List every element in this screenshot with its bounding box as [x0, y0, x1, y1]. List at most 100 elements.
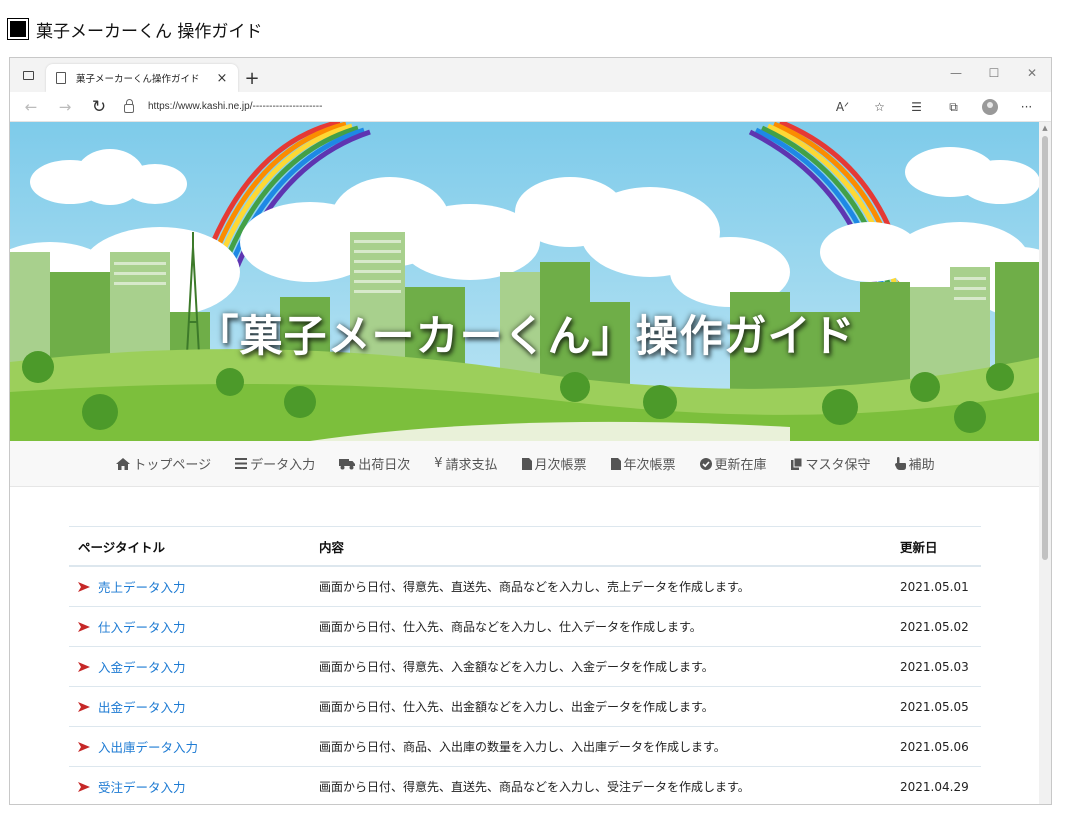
row-date: 2021.05.01 [900, 579, 969, 594]
row-date: 2021.05.02 [900, 619, 969, 634]
browser-window: 菓子メーカーくん操作ガイド × + — ☐ ✕ ← → ↻ https://ww… [9, 57, 1052, 805]
url-field[interactable]: https://www.kashi.ne.jp/----------------… [124, 95, 322, 119]
row-title-cell: 売上データ入力 [69, 577, 319, 596]
page-link[interactable]: 受注データ入力 [98, 777, 186, 796]
nav-item-yearly-reports[interactable]: 年次帳票 [610, 454, 676, 473]
row-content: 画面から日付、商品、入出庫の数量を入力し、入出庫データを作成します。 [319, 740, 726, 754]
nav-item-support[interactable]: 補助 [894, 454, 935, 473]
document-heading: 菓子メーカーくん 操作ガイド [7, 16, 263, 42]
truck-icon [339, 458, 356, 470]
row-date: 2021.05.03 [900, 659, 969, 674]
browser-tab[interactable]: 菓子メーカーくん操作ガイド × [46, 64, 238, 92]
header-updated: 更新日 [900, 539, 938, 555]
table-row: 売上データ入力 画面から日付、得意先、直送先、商品などを入力し、売上データを作成… [69, 566, 981, 606]
table-row: 仕入データ入力 画面から日付、仕入先、商品などを入力し、仕入データを作成します。… [69, 606, 981, 646]
back-button[interactable]: ← [14, 93, 48, 121]
table-row: 出金データ入力 画面から日付、仕入先、出金額などを入力し、出金データを作成します… [69, 686, 981, 726]
nav-item-label: 年次帳票 [623, 458, 676, 473]
nav-item-billing[interactable]: ¥ 請求支払 [434, 454, 497, 473]
more-options-icon[interactable]: ··· [1008, 100, 1045, 114]
nav-item-label: トップページ [133, 458, 212, 473]
table-row: 入出庫データ入力 画面から日付、商品、入出庫の数量を入力し、入出庫データを作成し… [69, 726, 981, 766]
row-content: 画面から日付、得意先、直送先、商品などを入力し、売上データを作成します。 [319, 580, 750, 594]
red-arrow-icon [78, 741, 90, 752]
tab-actions-button[interactable] [10, 58, 46, 92]
scroll-up-icon[interactable]: ▲ [1039, 122, 1051, 134]
nav-item-label: 補助 [908, 458, 935, 473]
hero-banner: 「菓子メーカーくん」操作ガイド [10, 122, 1041, 441]
row-title-cell: 受注データ入力 [69, 777, 319, 796]
row-content: 画面から日付、仕入先、商品などを入力し、仕入データを作成します。 [319, 620, 702, 634]
row-content: 画面から日付、得意先、直送先、商品などを入力し、受注データを作成します。 [319, 780, 750, 794]
table-header-row: ページタイトル 内容 更新日 [69, 526, 981, 566]
red-arrow-icon [78, 621, 90, 632]
red-arrow-icon [78, 581, 90, 592]
home-icon [116, 457, 131, 470]
tab-bar: 菓子メーカーくん操作ガイド × + — ☐ ✕ [10, 58, 1051, 92]
header-content: 内容 [319, 539, 345, 555]
page-link[interactable]: 入金データ入力 [98, 657, 186, 676]
page-viewport: 「菓子メーカーくん」操作ガイド トップページ データ入力 出荷日次 ¥ 請求支払… [10, 122, 1041, 804]
page-link[interactable]: 出金データ入力 [98, 697, 186, 716]
scrollbar-thumb[interactable] [1042, 136, 1048, 560]
nav-item-master-maintenance[interactable]: マスタ保守 [790, 454, 871, 473]
window-controls: — ☐ ✕ [937, 58, 1051, 88]
close-tab-icon[interactable]: × [214, 71, 230, 86]
row-title-cell: 仕入データ入力 [69, 617, 319, 636]
header-page-title: ページタイトル [78, 539, 166, 555]
row-content: 画面から日付、仕入先、出金額などを入力し、出金データを作成します。 [319, 700, 714, 714]
red-arrow-icon [78, 781, 90, 792]
document-title: 菓子メーカーくん 操作ガイド [36, 21, 263, 42]
nav-item-label: 更新在庫 [714, 458, 767, 473]
close-window-icon[interactable]: ✕ [1013, 58, 1051, 88]
row-date: 2021.05.06 [900, 739, 969, 754]
row-date: 2021.05.05 [900, 699, 969, 714]
copy-icon [790, 457, 803, 470]
refresh-button[interactable]: ↻ [82, 93, 116, 121]
address-bar-icons: Aᐟ ☆ ☰ ⧉ ··· [824, 92, 1045, 122]
nav-item-monthly-reports[interactable]: 月次帳票 [521, 454, 587, 473]
page-link[interactable]: 仕入データ入力 [98, 617, 186, 636]
main-navigation: トップページ データ入力 出荷日次 ¥ 請求支払 月次帳票 年次帳票 更新在庫 … [10, 441, 1041, 487]
square-bullet-icon [7, 18, 29, 40]
maximize-icon[interactable]: ☐ [975, 58, 1013, 88]
address-bar: ← → ↻ https://www.kashi.ne.jp/----------… [10, 92, 1051, 122]
hero-title: 「菓子メーカーくん」操作ガイド [195, 312, 856, 362]
red-arrow-icon [78, 701, 90, 712]
tab-title: 菓子メーカーくん操作ガイド [76, 74, 200, 85]
url-text: https://www.kashi.ne.jp/----------------… [148, 101, 323, 112]
add-favorite-icon[interactable]: ☆ [861, 100, 898, 114]
forward-button[interactable]: → [48, 93, 82, 121]
table-row: 受注データ入力 画面から日付、得意先、直送先、商品などを入力し、受注データを作成… [69, 766, 981, 804]
page-list-table: ページタイトル 内容 更新日 売上データ入力 画面から日付、得意先、直送先、商品… [69, 526, 981, 804]
minimize-icon[interactable]: — [937, 58, 975, 88]
page-link[interactable]: 売上データ入力 [98, 577, 186, 596]
document-icon [521, 457, 532, 470]
collections-icon[interactable]: ⧉ [935, 100, 972, 115]
page-icon [56, 72, 66, 84]
row-content: 画面から日付、得意先、入金額などを入力し、入金データを作成します。 [319, 660, 714, 674]
row-title-cell: 入金データ入力 [69, 657, 319, 676]
nav-item-update-stock[interactable]: 更新在庫 [699, 454, 767, 473]
favorites-icon[interactable]: ☰ [898, 100, 935, 114]
vertical-scrollbar[interactable]: ▲ [1039, 122, 1051, 804]
row-date: 2021.04.29 [900, 779, 969, 794]
check-circle-icon [699, 457, 712, 470]
nav-item-top-page[interactable]: トップページ [116, 454, 211, 473]
page-link[interactable]: 入出庫データ入力 [98, 737, 198, 756]
nav-item-label: マスタ保守 [805, 458, 871, 473]
nav-item-data-entry[interactable]: データ入力 [235, 454, 315, 473]
nav-item-label: データ入力 [250, 458, 316, 473]
lock-icon [124, 99, 134, 113]
new-tab-button[interactable]: + [238, 64, 266, 92]
nav-item-shipping-daily[interactable]: 出荷日次 [339, 454, 410, 473]
nav-item-label: 請求支払 [445, 458, 498, 473]
profile-avatar[interactable] [982, 99, 998, 115]
read-aloud-icon[interactable]: Aᐟ [824, 100, 861, 114]
tab-actions-icon [22, 70, 34, 80]
nav-item-label: 月次帳票 [534, 458, 587, 473]
row-title-cell: 入出庫データ入力 [69, 737, 319, 756]
row-title-cell: 出金データ入力 [69, 697, 319, 716]
table-row: 入金データ入力 画面から日付、得意先、入金額などを入力し、入金データを作成します… [69, 646, 981, 686]
list-icon [235, 458, 248, 469]
